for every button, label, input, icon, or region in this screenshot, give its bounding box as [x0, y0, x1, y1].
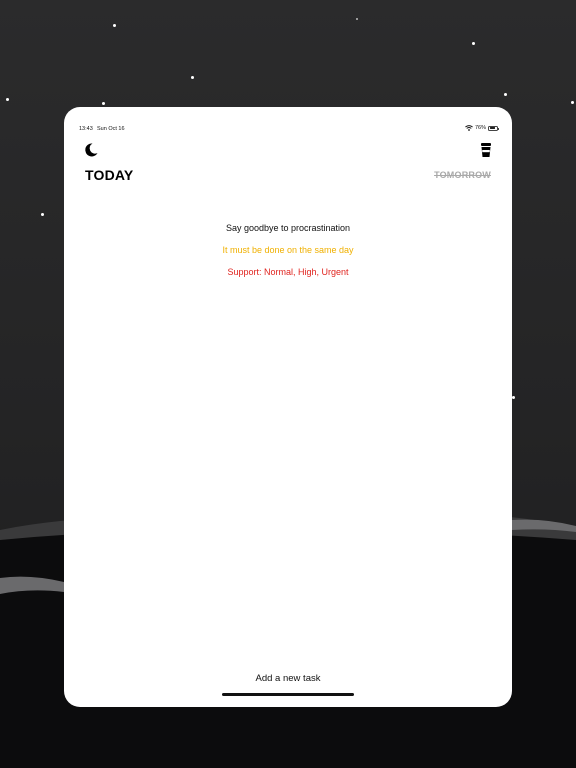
- coffee-cup-button[interactable]: [478, 141, 494, 159]
- status-time: 13:43: [79, 126, 93, 132]
- home-indicator[interactable]: [222, 693, 354, 696]
- battery-percent: 76%: [474, 125, 486, 131]
- empty-state-line-3: Support: Normal, High, Urgent: [227, 267, 349, 277]
- theme-toggle-button[interactable]: [82, 141, 100, 159]
- battery-icon: [488, 125, 499, 131]
- status-date: Sun Oct 16: [97, 126, 125, 132]
- device-screen: 13:43 Sun Oct 16 76% TODAY TOMORROW Say …: [64, 107, 512, 707]
- empty-state-line-2: It must be done on the same day: [222, 245, 354, 255]
- status-indicators: 76%: [465, 125, 499, 131]
- moon-icon: [85, 143, 98, 157]
- tab-tomorrow[interactable]: TOMORROW: [434, 170, 491, 180]
- empty-state: Say goodbye to procrastination It must b…: [64, 223, 512, 289]
- empty-state-line-1: Say goodbye to procrastination: [225, 223, 351, 233]
- tab-today[interactable]: TODAY: [85, 167, 133, 183]
- status-bar: 13:43 Sun Oct 16 76%: [79, 125, 499, 136]
- wifi-icon: [465, 125, 473, 131]
- battery-fill: [489, 127, 496, 129]
- add-task-button[interactable]: Add a new task: [64, 673, 512, 684]
- coffee-cup-icon: [481, 143, 491, 157]
